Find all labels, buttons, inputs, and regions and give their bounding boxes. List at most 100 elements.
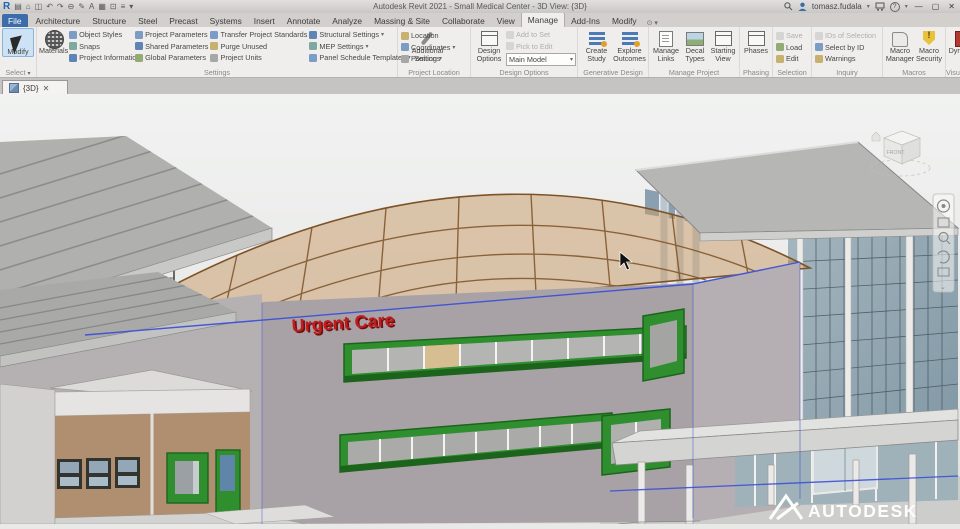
- canopy-column: [768, 465, 774, 505]
- tab-precast[interactable]: Precast: [163, 14, 203, 27]
- help-menu-arrow-icon[interactable]: ▾: [905, 3, 908, 10]
- dynamo-button[interactable]: Dynamo: [948, 28, 960, 55]
- project-parameters-button[interactable]: Project Parameters: [135, 29, 208, 41]
- print-icon[interactable]: ⊖: [68, 2, 75, 12]
- mep-settings-button[interactable]: MEP Settings▾: [309, 41, 410, 53]
- warnings-button[interactable]: Warnings: [815, 53, 879, 65]
- design-options-icon: [480, 30, 498, 46]
- open-icon[interactable]: ⌂: [26, 2, 31, 12]
- view-tab-3d[interactable]: {3D} ✕: [2, 80, 68, 95]
- tab-insert[interactable]: Insert: [248, 14, 281, 27]
- macro-manager-button[interactable]: Macro Manager: [885, 28, 915, 62]
- tab-steel[interactable]: Steel: [132, 14, 163, 27]
- viewcube-front-face[interactable]: FRONT: [887, 150, 906, 156]
- navigation-bar[interactable]: ⌄: [933, 194, 954, 292]
- phases-button[interactable]: Phases: [742, 28, 770, 55]
- design-options-button[interactable]: Design Options: [473, 28, 505, 62]
- materials-button[interactable]: Materials: [39, 28, 68, 55]
- view-tab-close-icon[interactable]: ✕: [43, 84, 50, 93]
- revit-logo-icon[interactable]: R: [3, 2, 10, 12]
- urgent-care-building[interactable]: Urgent Care Urgent Care: [262, 262, 800, 524]
- user-menu-arrow-icon[interactable]: ▾: [867, 3, 870, 10]
- panel-schedule-templates-button[interactable]: Panel Schedule Templates▾: [309, 52, 410, 64]
- add-to-set-icon: [506, 31, 514, 39]
- structural-settings-icon: [309, 31, 317, 39]
- navbar-more-arrow-icon[interactable]: ⌄: [940, 284, 946, 291]
- green-door: [216, 450, 240, 514]
- starting-view-icon: [714, 30, 732, 46]
- snaps-icon: [69, 42, 77, 50]
- coordinates-icon: [401, 43, 409, 51]
- edit-selection-button[interactable]: Edit: [776, 53, 808, 65]
- structural-settings-button[interactable]: Structural Settings▾: [309, 29, 410, 41]
- manage-links-button[interactable]: Manage Links: [651, 28, 681, 62]
- redo-icon[interactable]: ↷: [57, 2, 64, 12]
- select-by-id-button[interactable]: Select by ID: [815, 42, 879, 54]
- macro-security-button[interactable]: Macro Security: [915, 28, 943, 62]
- pick-to-edit-icon: [506, 42, 514, 50]
- ribbon-manage: Modify Select ▾ Materials Object Styles …: [0, 27, 960, 78]
- tab-view[interactable]: View: [491, 14, 521, 27]
- 3d-view-icon[interactable]: ▦: [98, 2, 106, 12]
- section-icon[interactable]: ⊡: [110, 2, 117, 12]
- purge-unused-button[interactable]: Purge Unused: [210, 41, 307, 53]
- position-icon: [401, 55, 409, 63]
- tab-annotate[interactable]: Annotate: [281, 14, 327, 27]
- panel-label-visual-programming: Visual Programming: [946, 68, 960, 77]
- undo-icon[interactable]: ↶: [46, 2, 53, 12]
- active-design-option-dropdown[interactable]: Main Model▾: [506, 53, 576, 66]
- phases-icon: [747, 30, 765, 46]
- measure-icon[interactable]: ✎: [78, 2, 85, 12]
- qat-customize-arrow-icon[interactable]: ▾: [129, 2, 133, 12]
- panel-label-select[interactable]: Select ▾: [0, 68, 36, 77]
- panel-selection: Save Load Edit Selection: [773, 27, 812, 77]
- search-icon[interactable]: [784, 2, 793, 11]
- tab-massing-site[interactable]: Massing & Site: [368, 14, 436, 27]
- snaps-button[interactable]: Snaps: [69, 41, 133, 53]
- coordinates-button[interactable]: Coordinates▾: [401, 42, 467, 54]
- panel-project-location: Location Coordinates▾ Position▾ Project …: [398, 27, 471, 77]
- dropdown-arrow-icon: ▾: [439, 55, 442, 62]
- transfer-project-standards-button[interactable]: Transfer Project Standards: [210, 29, 307, 41]
- load-selection-button[interactable]: Load: [776, 42, 808, 54]
- user-avatar-icon[interactable]: [798, 2, 807, 11]
- tab-analyze[interactable]: Analyze: [326, 14, 368, 27]
- tab-add-ins[interactable]: Add-Ins: [565, 14, 606, 27]
- object-styles-button[interactable]: Object Styles: [69, 29, 133, 41]
- project-information-button[interactable]: Project Information: [69, 52, 133, 64]
- decal-types-button[interactable]: Decal Types: [681, 28, 709, 62]
- project-units-button[interactable]: Project Units: [210, 52, 307, 64]
- tab-systems[interactable]: Systems: [204, 14, 248, 27]
- global-parameters-icon: [135, 54, 143, 62]
- panel-label-inquiry: Inquiry: [812, 68, 882, 77]
- location-button[interactable]: Location: [401, 30, 467, 42]
- ribbon-display-toggle-icon[interactable]: ⊙ ▾: [647, 19, 658, 27]
- explore-outcomes-button[interactable]: Explore Outcomes: [613, 28, 646, 62]
- thin-lines-icon[interactable]: ≡: [121, 2, 126, 12]
- save-icon[interactable]: ◫: [35, 2, 43, 12]
- global-parameters-button[interactable]: Global Parameters: [135, 52, 208, 64]
- minimize-button[interactable]: —: [913, 2, 925, 11]
- tab-manage[interactable]: Manage: [521, 12, 565, 27]
- position-button[interactable]: Position▾: [401, 53, 467, 65]
- tab-file[interactable]: File: [2, 14, 28, 27]
- tab-architecture[interactable]: Architecture: [30, 14, 87, 27]
- file-menu-icon[interactable]: ▤: [14, 2, 22, 12]
- viewport[interactable]: Urgent Care Urgent Care: [0, 94, 960, 524]
- shared-parameters-button[interactable]: Shared Parameters: [135, 41, 208, 53]
- text-icon[interactable]: A: [89, 2, 94, 12]
- tab-modify[interactable]: Modify: [606, 14, 643, 27]
- location-icon: [401, 32, 409, 40]
- tab-structure[interactable]: Structure: [86, 14, 132, 27]
- app-store-icon[interactable]: [875, 2, 885, 11]
- help-icon[interactable]: ?: [890, 2, 900, 12]
- create-study-button[interactable]: Create Study: [580, 28, 613, 62]
- tab-collaborate[interactable]: Collaborate: [436, 14, 491, 27]
- restore-button[interactable]: ▢: [930, 2, 942, 11]
- signed-in-username[interactable]: tomasz.fudala: [812, 2, 862, 11]
- revit-app-window: { "titlebar": { "title": "Autodesk Revit…: [0, 0, 960, 524]
- starting-view-button[interactable]: Starting View: [709, 28, 737, 62]
- save-selection-button: Save: [776, 30, 808, 42]
- close-button[interactable]: ✕: [946, 2, 957, 11]
- modify-button[interactable]: Modify: [2, 28, 34, 57]
